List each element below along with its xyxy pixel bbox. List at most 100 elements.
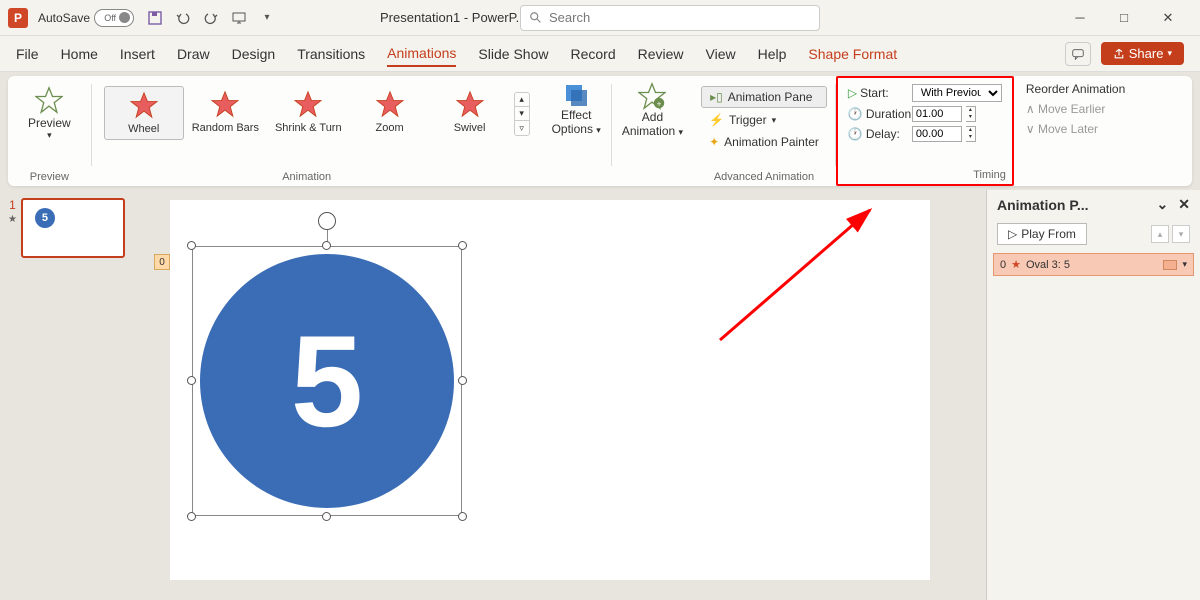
toggle-knob xyxy=(119,12,130,23)
comments-button[interactable] xyxy=(1065,42,1091,66)
pane-icon: ▸▯ xyxy=(710,90,723,104)
resize-handle[interactable] xyxy=(322,512,331,521)
timeline-bar[interactable] xyxy=(1163,260,1177,270)
slide-canvas[interactable]: 0 5 xyxy=(170,200,930,580)
resize-handle[interactable] xyxy=(458,241,467,250)
animation-gallery-group: Wheel Random Bars Shrink & Turn Zoom Swi… xyxy=(92,76,542,186)
trigger-button[interactable]: ⚡Trigger ▾ xyxy=(701,110,827,130)
autosave-label: AutoSave xyxy=(38,11,90,25)
tab-home[interactable]: Home xyxy=(61,42,98,66)
move-later-button[interactable]: ∨ Move Later xyxy=(1026,122,1125,136)
move-down-button[interactable]: ▾ xyxy=(1172,225,1190,243)
resize-handle[interactable] xyxy=(322,241,331,250)
resize-handle[interactable] xyxy=(458,512,467,521)
anim-wheel[interactable]: Wheel xyxy=(104,86,184,140)
anim-shrink-turn[interactable]: Shrink & Turn xyxy=(267,86,350,138)
autosave-toggle[interactable]: Off xyxy=(94,9,134,27)
anim-random-bars[interactable]: Random Bars xyxy=(184,86,267,138)
animation-pane-button[interactable]: ▸▯Animation Pane xyxy=(701,86,827,108)
document-title: Presentation1 - PowerP... xyxy=(380,10,526,25)
undo-icon[interactable] xyxy=(174,9,192,27)
tab-slideshow[interactable]: Slide Show xyxy=(478,42,548,66)
selected-shape[interactable]: 5 xyxy=(192,246,462,516)
rotate-handle[interactable] xyxy=(318,212,336,230)
tab-shape-format[interactable]: Shape Format xyxy=(808,42,897,66)
add-animation-button[interactable]: + Add Animation ▾ xyxy=(612,76,693,186)
star-icon xyxy=(130,91,158,119)
preview-group: Preview ▾ Preview xyxy=(8,76,91,186)
present-icon[interactable] xyxy=(230,9,248,27)
preview-star-icon xyxy=(35,86,63,114)
redo-icon[interactable] xyxy=(202,9,220,27)
duration-spinner[interactable]: ▴▾ xyxy=(966,106,976,122)
save-icon[interactable] xyxy=(146,9,164,27)
animation-indicator-icon: ★ xyxy=(8,214,17,225)
slide-number: 1 xyxy=(9,198,16,212)
tab-draw[interactable]: Draw xyxy=(177,42,210,66)
gallery-scroll[interactable]: ▴▾▿ xyxy=(514,92,530,136)
share-button[interactable]: Share▾ xyxy=(1101,42,1184,65)
painter-icon: ✦ xyxy=(709,135,719,149)
timing-group: ▷Start: With Previous 🕐Duration: ▴▾ 🕐Del… xyxy=(836,76,1014,186)
tab-animations[interactable]: Animations xyxy=(387,41,456,67)
effect-options-icon xyxy=(563,82,589,108)
item-menu-icon[interactable]: ▾ xyxy=(1182,259,1187,270)
resize-handle[interactable] xyxy=(187,512,196,521)
chevron-down-icon[interactable]: ⌄ xyxy=(1157,196,1169,213)
star-icon xyxy=(294,90,322,118)
star-icon xyxy=(211,90,239,118)
oval-shape[interactable]: 5 xyxy=(200,254,454,508)
tab-file[interactable]: File xyxy=(16,42,39,66)
close-button[interactable]: ✕ xyxy=(1158,8,1178,28)
delay-icon: 🕐 xyxy=(848,127,863,141)
thumb-shape: 5 xyxy=(35,208,55,228)
effect-options-button[interactable]: Effect Options ▾ xyxy=(542,76,611,186)
move-earlier-button[interactable]: ∧ Move Earlier xyxy=(1026,102,1125,116)
tab-view[interactable]: View xyxy=(706,42,736,66)
search-icon xyxy=(529,11,543,25)
tab-transitions[interactable]: Transitions xyxy=(297,42,365,66)
window-controls: ─ □ ✕ xyxy=(1070,8,1192,28)
start-select[interactable]: With Previous xyxy=(912,84,1002,102)
qat-more-icon[interactable]: ▾ xyxy=(258,9,276,27)
delay-input[interactable] xyxy=(912,126,962,142)
app-icon: P xyxy=(8,8,28,28)
play-from-button[interactable]: ▷ Play From xyxy=(997,223,1087,245)
anim-zoom[interactable]: Zoom xyxy=(350,86,430,138)
search-placeholder: Search xyxy=(549,10,590,25)
tab-review[interactable]: Review xyxy=(638,42,684,66)
delay-spinner[interactable]: ▴▾ xyxy=(966,126,976,142)
pane-close-button[interactable]: ✕ xyxy=(1178,196,1190,213)
slide-thumbnail-1[interactable]: 5 xyxy=(21,198,125,258)
animation-painter-button[interactable]: ✦Animation Painter xyxy=(701,132,827,152)
tab-help[interactable]: Help xyxy=(758,42,787,66)
quick-access-toolbar: ▾ xyxy=(146,9,276,27)
tab-record[interactable]: Record xyxy=(570,42,615,66)
resize-handle[interactable] xyxy=(458,376,467,385)
slide-thumbnails: 1 ★ 5 xyxy=(0,190,150,600)
slide-editor[interactable]: 0 5 xyxy=(150,190,986,600)
advanced-animation-group: ▸▯Animation Pane ⚡Trigger ▾ ✦Animation P… xyxy=(693,76,835,186)
tab-design[interactable]: Design xyxy=(232,42,276,66)
animation-order-tag[interactable]: 0 xyxy=(154,254,170,270)
reorder-group: Reorder Animation ∧ Move Earlier ∨ Move … xyxy=(1014,76,1137,186)
star-icon xyxy=(376,90,404,118)
svg-text:+: + xyxy=(657,100,662,109)
ribbon-tabs: File Home Insert Draw Design Transitions… xyxy=(0,36,1200,72)
ribbon: Preview ▾ Preview Wheel Random Bars Shri… xyxy=(8,76,1192,186)
animation-pane: Animation P... ⌄ ✕ ▷ Play From ▴ ▾ 0 ★ O… xyxy=(986,190,1200,600)
maximize-button[interactable]: □ xyxy=(1114,8,1134,28)
resize-handle[interactable] xyxy=(187,376,196,385)
minimize-button[interactable]: ─ xyxy=(1070,8,1090,28)
workspace: 1 ★ 5 0 5 xyxy=(0,190,1200,600)
resize-handle[interactable] xyxy=(187,241,196,250)
duration-input[interactable] xyxy=(912,106,962,122)
move-up-button[interactable]: ▴ xyxy=(1151,225,1169,243)
tab-insert[interactable]: Insert xyxy=(120,42,155,66)
preview-button[interactable]: Preview ▾ xyxy=(16,80,83,147)
search-box[interactable]: Search xyxy=(520,5,820,31)
clock-icon: 🕐 xyxy=(848,107,863,121)
animation-list-item[interactable]: 0 ★ Oval 3: 5 ▾ xyxy=(993,253,1194,276)
anim-swivel[interactable]: Swivel xyxy=(430,86,510,138)
add-animation-icon: + xyxy=(638,82,666,110)
